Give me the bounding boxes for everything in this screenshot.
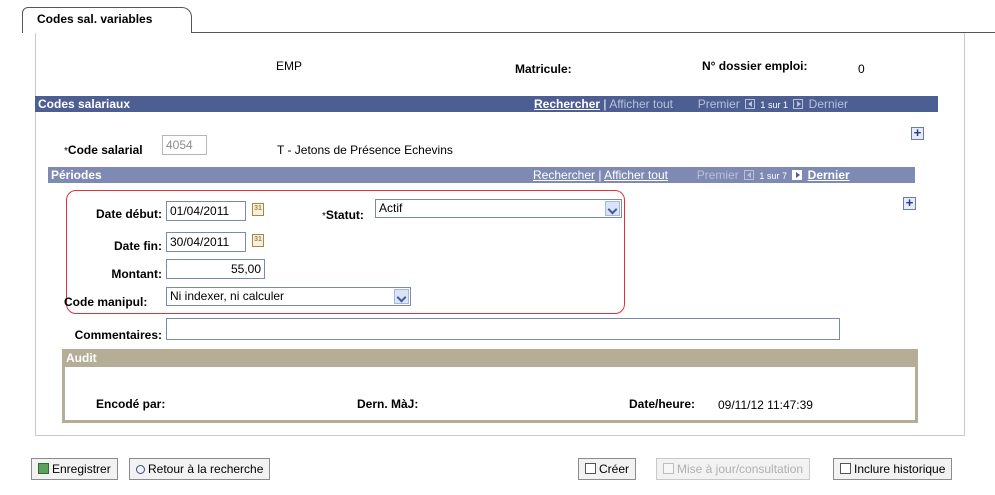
create-button-label: Créer	[599, 462, 630, 476]
calendar-icon[interactable]: 31	[252, 234, 264, 247]
periodes-header: Périodes Rechercher | Afficher tout Prem…	[48, 167, 915, 183]
statut-value: Actif	[379, 201, 403, 215]
plus-icon[interactable]: +	[911, 126, 924, 140]
codes-salariaux-title: Codes salariaux	[38, 97, 131, 111]
nav-separator: |	[598, 168, 602, 182]
commentaires-field[interactable]	[166, 318, 840, 340]
code-manipul-select[interactable]: Ni indexer, ni calculer	[166, 287, 411, 306]
return-search-label: Retour à la recherche	[148, 462, 264, 476]
code-manipul-label: Code manipul:	[64, 295, 148, 309]
periodes-nav: Rechercher | Afficher tout Premier 1 sur…	[533, 168, 850, 182]
periodes-count-post: 7	[781, 171, 787, 181]
include-history-label: Inclure historique	[854, 462, 946, 476]
update-view-button[interactable]: Mise à jour/consultation	[656, 458, 811, 480]
periodes-first-link[interactable]: Premier	[697, 168, 739, 182]
date-fin-field[interactable]: 30/04/2011	[166, 232, 246, 252]
codes-first-link[interactable]: Premier	[698, 97, 740, 111]
date-debut-label: Date début:	[96, 207, 162, 221]
previous-icon[interactable]	[745, 99, 756, 109]
periodes-count-word: sur	[766, 171, 780, 181]
create-button[interactable]: Créer	[578, 458, 637, 480]
save-icon	[38, 463, 49, 474]
matricule-label: Matricule:	[515, 62, 572, 76]
codes-view-all-link[interactable]: Afficher tout	[609, 97, 673, 111]
encode-par-label: Encodé par:	[96, 397, 166, 411]
codes-count-post: 1	[782, 100, 788, 110]
previous-icon[interactable]	[744, 170, 755, 180]
code-salarial-label-text: Code salarial	[67, 143, 143, 157]
periodes-count-pre: 1	[759, 171, 765, 181]
calendar-icon[interactable]: 31	[252, 203, 264, 216]
statut-select[interactable]: Actif	[375, 199, 622, 218]
commentaires-label: Commentaires:	[74, 328, 162, 342]
tab-label: Codes sal. variables	[37, 12, 153, 26]
date-heure-value: 09/11/12 11:47:39	[718, 398, 813, 412]
codes-count-pre: 1	[760, 100, 766, 110]
codes-last-link[interactable]: Dernier	[809, 97, 848, 111]
audit-title: Audit	[66, 351, 97, 365]
montant-field[interactable]: 55,00	[166, 259, 265, 279]
code-salarial-label: *Code salarial	[64, 143, 143, 157]
code-manipul-value: Ni indexer, ni calculer	[170, 289, 285, 303]
periodes-view-all-link[interactable]: Afficher tout	[604, 168, 668, 182]
codes-nav: Rechercher | Afficher tout Premier 1 sur…	[534, 97, 848, 111]
codes-count: 1 sur 1	[760, 100, 788, 110]
history-icon	[840, 463, 851, 474]
codes-count-word: sur	[767, 100, 781, 110]
audit-header: Audit	[62, 349, 918, 367]
date-heure-label: Date/heure:	[629, 397, 696, 411]
plus-icon[interactable]: +	[903, 196, 916, 210]
dern-maj-label: Dern. MàJ:	[357, 397, 419, 411]
tab-codes-sal-variables[interactable]: Codes sal. variables	[22, 7, 192, 33]
code-salarial-field[interactable]: 4054	[162, 135, 207, 155]
code-salarial-description: T - Jetons de Présence Echevins	[277, 143, 453, 157]
periodes-title: Périodes	[51, 168, 102, 182]
search-icon	[136, 465, 145, 474]
periodes-count: 1 sur 7	[759, 171, 787, 181]
statut-label: *Statut:	[322, 208, 364, 222]
statut-label-text: Statut:	[325, 208, 364, 222]
codes-find-link[interactable]: Rechercher	[534, 97, 600, 111]
dossier-label: N° dossier emploi:	[702, 59, 808, 73]
add-row-icon	[585, 463, 596, 474]
date-fin-label: Date fin:	[114, 239, 162, 253]
return-search-button[interactable]: Retour à la recherche	[129, 458, 271, 480]
save-button[interactable]: Enregistrer	[31, 458, 118, 480]
periodes-last-link[interactable]: Dernier	[808, 168, 850, 182]
save-button-label: Enregistrer	[52, 462, 111, 476]
codes-salariaux-header: Codes salariaux Rechercher | Afficher to…	[35, 96, 938, 112]
update-view-label: Mise à jour/consultation	[677, 462, 804, 476]
include-history-button[interactable]: Inclure historique	[833, 458, 953, 480]
dossier-value: 0	[858, 62, 865, 76]
montant-label: Montant:	[111, 267, 162, 281]
update-icon	[663, 463, 674, 474]
next-icon[interactable]	[793, 99, 804, 109]
periodes-find-link[interactable]: Rechercher	[533, 168, 595, 182]
next-icon[interactable]	[792, 170, 803, 180]
employee-name: EMP	[276, 59, 303, 73]
date-debut-field[interactable]: 01/04/2011	[166, 201, 246, 221]
chevron-down-icon[interactable]	[605, 201, 620, 216]
chevron-down-icon[interactable]	[394, 289, 409, 304]
